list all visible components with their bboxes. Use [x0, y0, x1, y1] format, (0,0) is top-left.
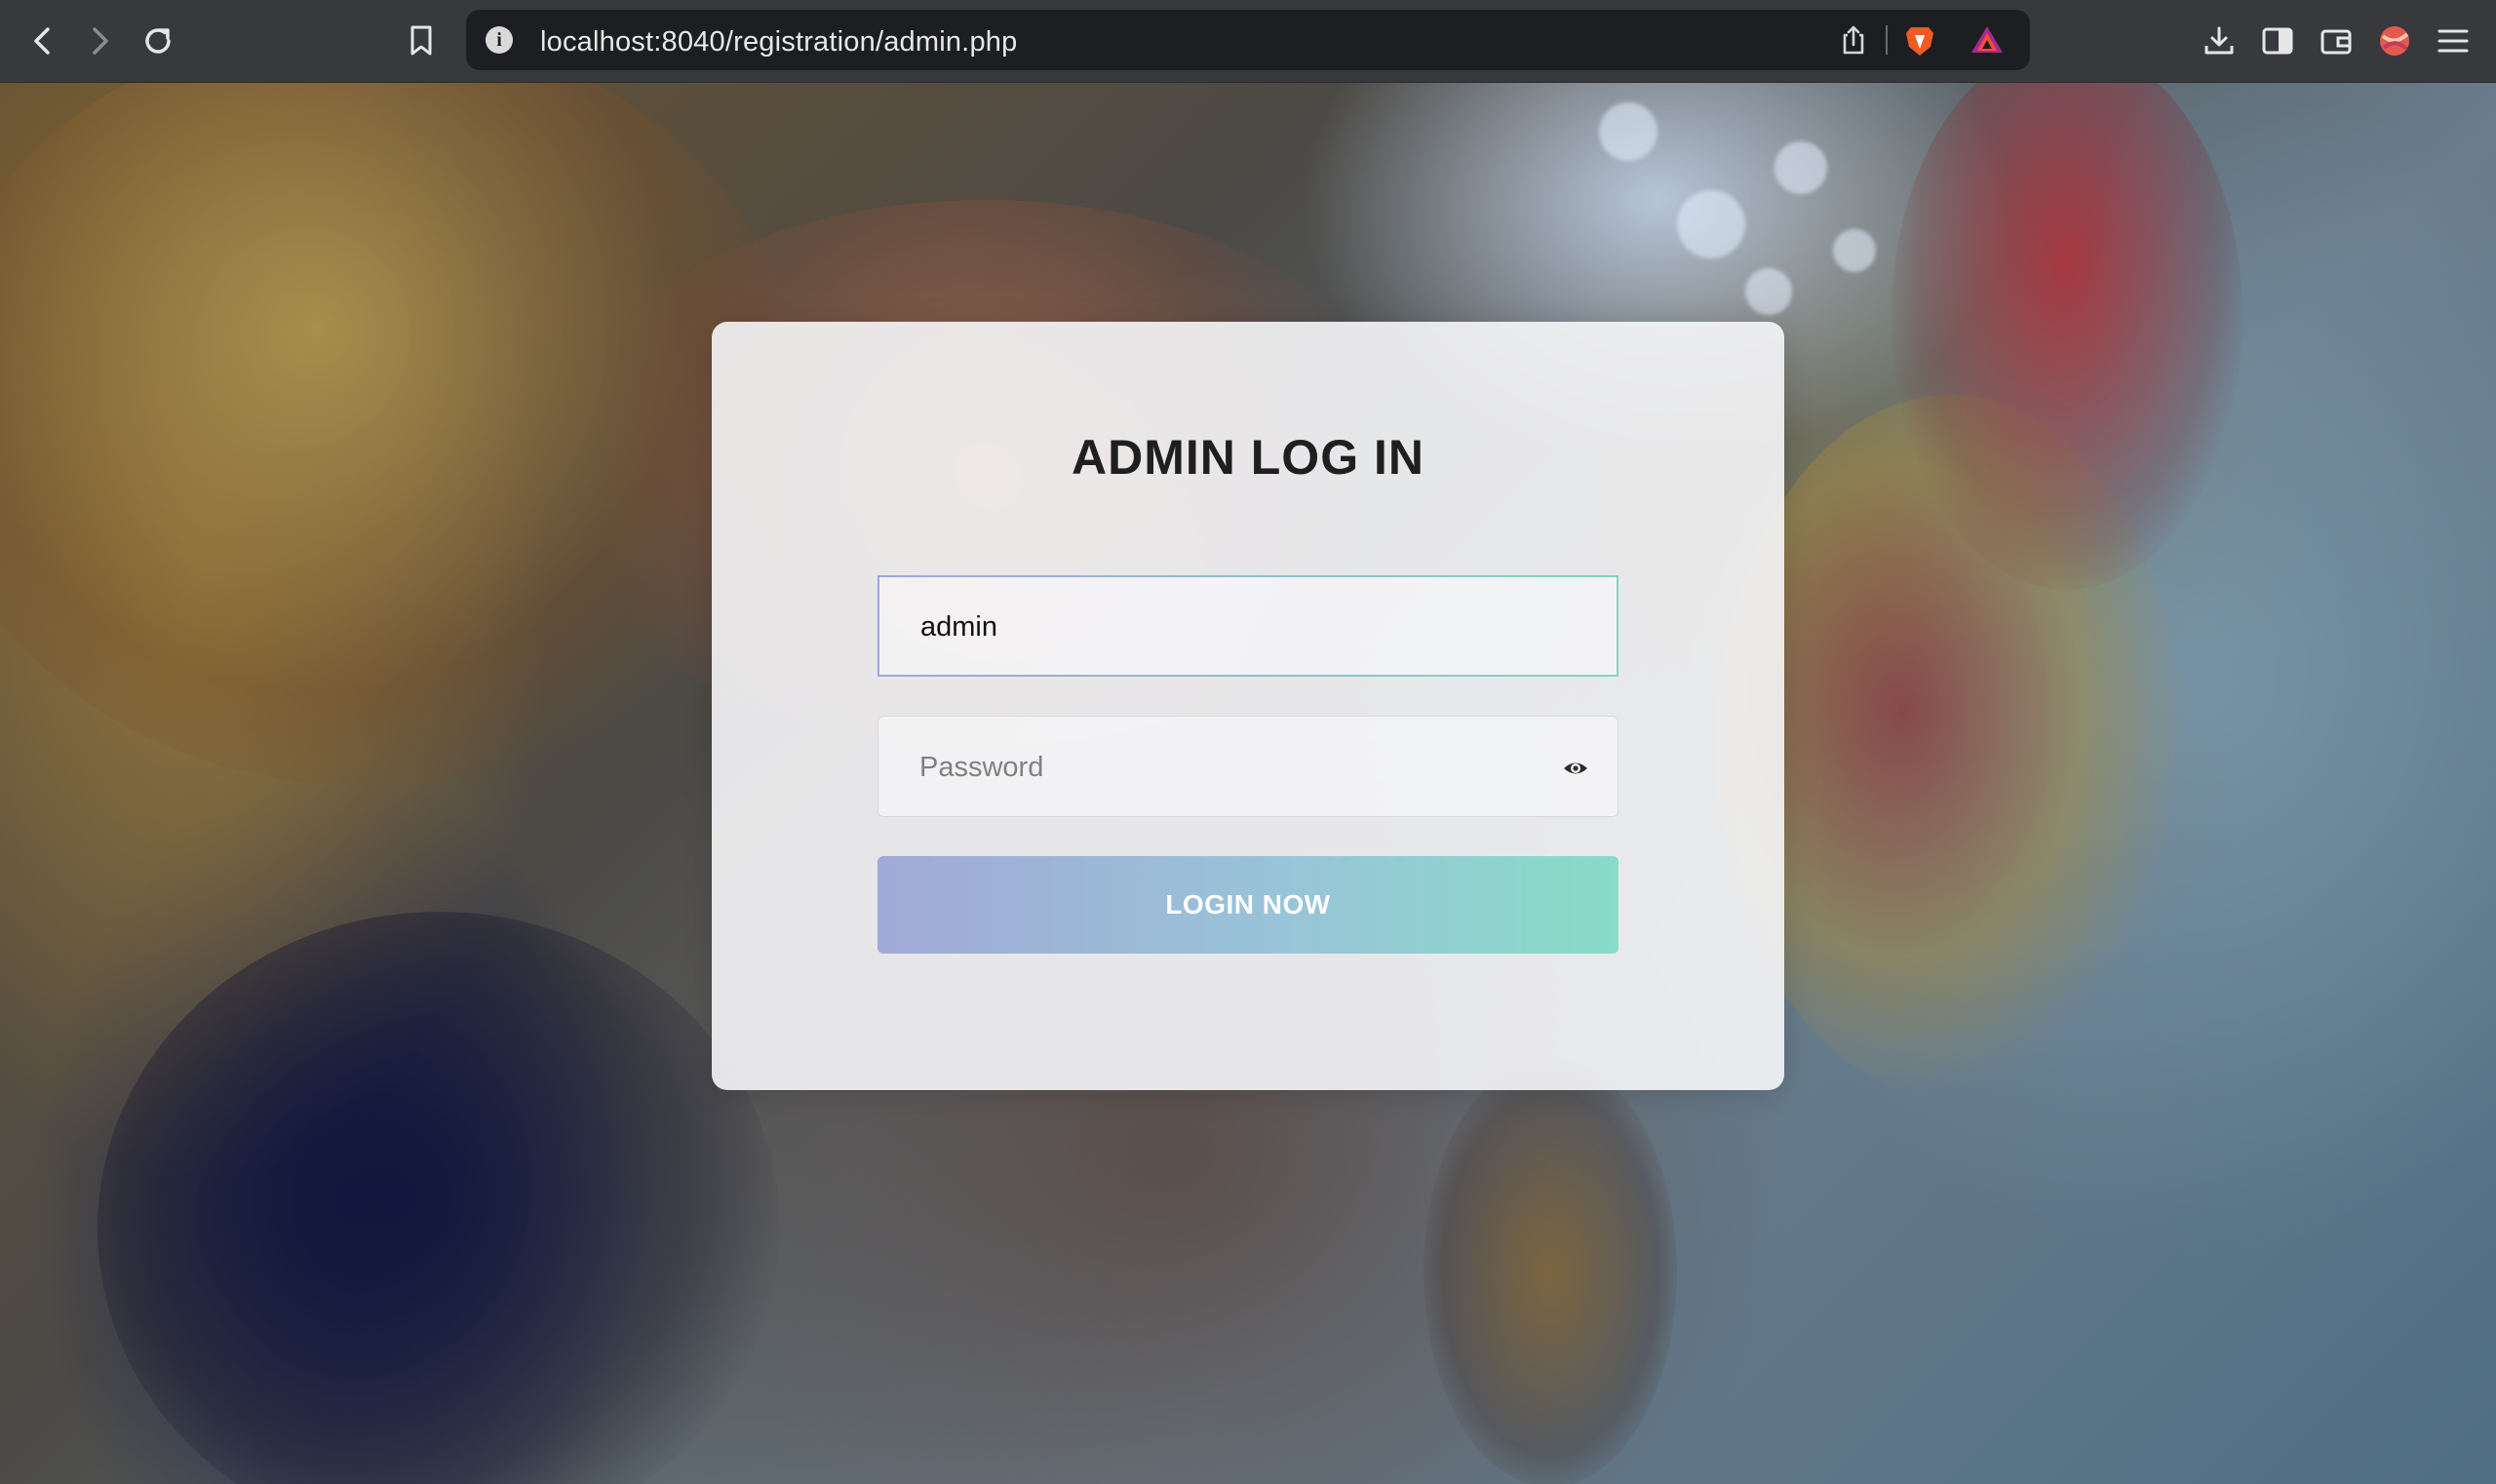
login-card: ADMIN LOG IN LOGIN NOW	[712, 322, 1784, 1090]
eye-icon[interactable]	[1563, 756, 1588, 781]
forward-icon	[93, 27, 108, 55]
page-title: ADMIN LOG IN	[1072, 430, 1424, 485]
downloads-button[interactable]	[2200, 21, 2239, 60]
background-shadow	[98, 912, 780, 1484]
main-menu-button[interactable]	[2434, 21, 2473, 60]
brave-shields-button[interactable]	[1903, 23, 1936, 57]
sidebar-icon	[2262, 27, 2293, 55]
share-icon	[1843, 25, 1864, 55]
username-field[interactable]	[878, 575, 1618, 677]
profile-button[interactable]	[2375, 21, 2414, 60]
browser-toolbar: i localhost:8040/registration/admin.php	[0, 0, 2496, 83]
brave-rewards-button[interactable]	[1970, 23, 2003, 57]
back-button[interactable]	[23, 21, 62, 60]
profile-icon	[2380, 26, 2409, 56]
password-field[interactable]	[878, 716, 1618, 818]
background-bokeh	[1599, 102, 1658, 161]
login-button[interactable]: LOGIN NOW	[878, 856, 1618, 954]
wallet-button[interactable]	[2317, 21, 2356, 60]
url-text[interactable]: localhost:8040/registration/admin.php	[540, 26, 1017, 59]
forward-button[interactable]	[80, 21, 119, 60]
background-bokeh	[1833, 229, 1876, 272]
background-bokeh	[1745, 268, 1792, 315]
sidebar-toggle-button[interactable]	[2258, 21, 2297, 60]
address-bar[interactable]: i localhost:8040/registration/admin.php	[466, 10, 2030, 70]
username-input[interactable]	[918, 577, 1546, 677]
brave-shields-icon	[1906, 27, 1933, 56]
background-pendant	[1424, 1058, 1677, 1484]
share-button[interactable]	[1837, 23, 1870, 57]
address-bar-divider	[1886, 25, 1888, 55]
reload-button[interactable]	[138, 21, 177, 60]
background-bokeh	[1677, 190, 1745, 258]
brave-rewards-icon	[1971, 26, 2003, 53]
menu-icon	[2438, 29, 2469, 53]
bookmark-button[interactable]	[402, 21, 441, 60]
back-icon	[34, 27, 50, 55]
password-input[interactable]	[917, 717, 1545, 818]
site-info-icon[interactable]: i	[486, 26, 513, 54]
download-icon	[2204, 26, 2234, 55]
wallet-icon	[2320, 29, 2352, 55]
background-bokeh	[1774, 141, 1827, 194]
bookmark-icon	[410, 25, 432, 56]
reload-icon	[145, 28, 171, 54]
